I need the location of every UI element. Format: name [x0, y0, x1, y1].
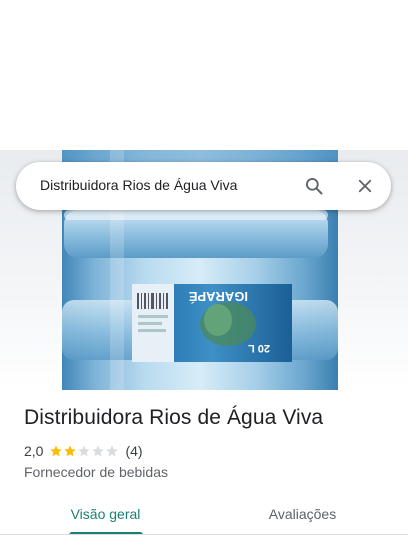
star-empty-icon — [92, 445, 105, 457]
search-query-text[interactable]: Distribuidora Rios de Água Viva — [40, 177, 237, 193]
search-icon[interactable] — [302, 174, 326, 198]
map-top-area — [0, 0, 408, 150]
star-filled-icon — [50, 445, 63, 457]
star-filled-icon — [64, 445, 77, 457]
rating-value: 2,0 — [24, 443, 44, 459]
review-count[interactable]: (4) — [125, 443, 142, 459]
label-brand-text: IGARAPÉ — [188, 289, 248, 304]
star-empty-icon — [78, 445, 91, 457]
place-title: Distribuidora Rios de Água Viva — [24, 406, 324, 429]
tab-bar: Visão geral Avaliações — [0, 492, 408, 536]
rating-stars — [49, 444, 119, 458]
place-category[interactable]: Fornecedor de bebidas — [24, 464, 168, 480]
label-volume-text: 20 L — [248, 342, 270, 354]
tab-overview[interactable]: Visão geral — [48, 492, 163, 536]
tabs-divider — [0, 534, 408, 535]
search-bar[interactable]: Distribuidora Rios de Água Viva — [16, 162, 391, 210]
close-icon[interactable] — [353, 174, 377, 198]
rating-row[interactable]: 2,0 (4) — [24, 442, 143, 460]
star-empty-icon — [106, 445, 119, 457]
tab-reviews[interactable]: Avaliações — [245, 492, 360, 536]
